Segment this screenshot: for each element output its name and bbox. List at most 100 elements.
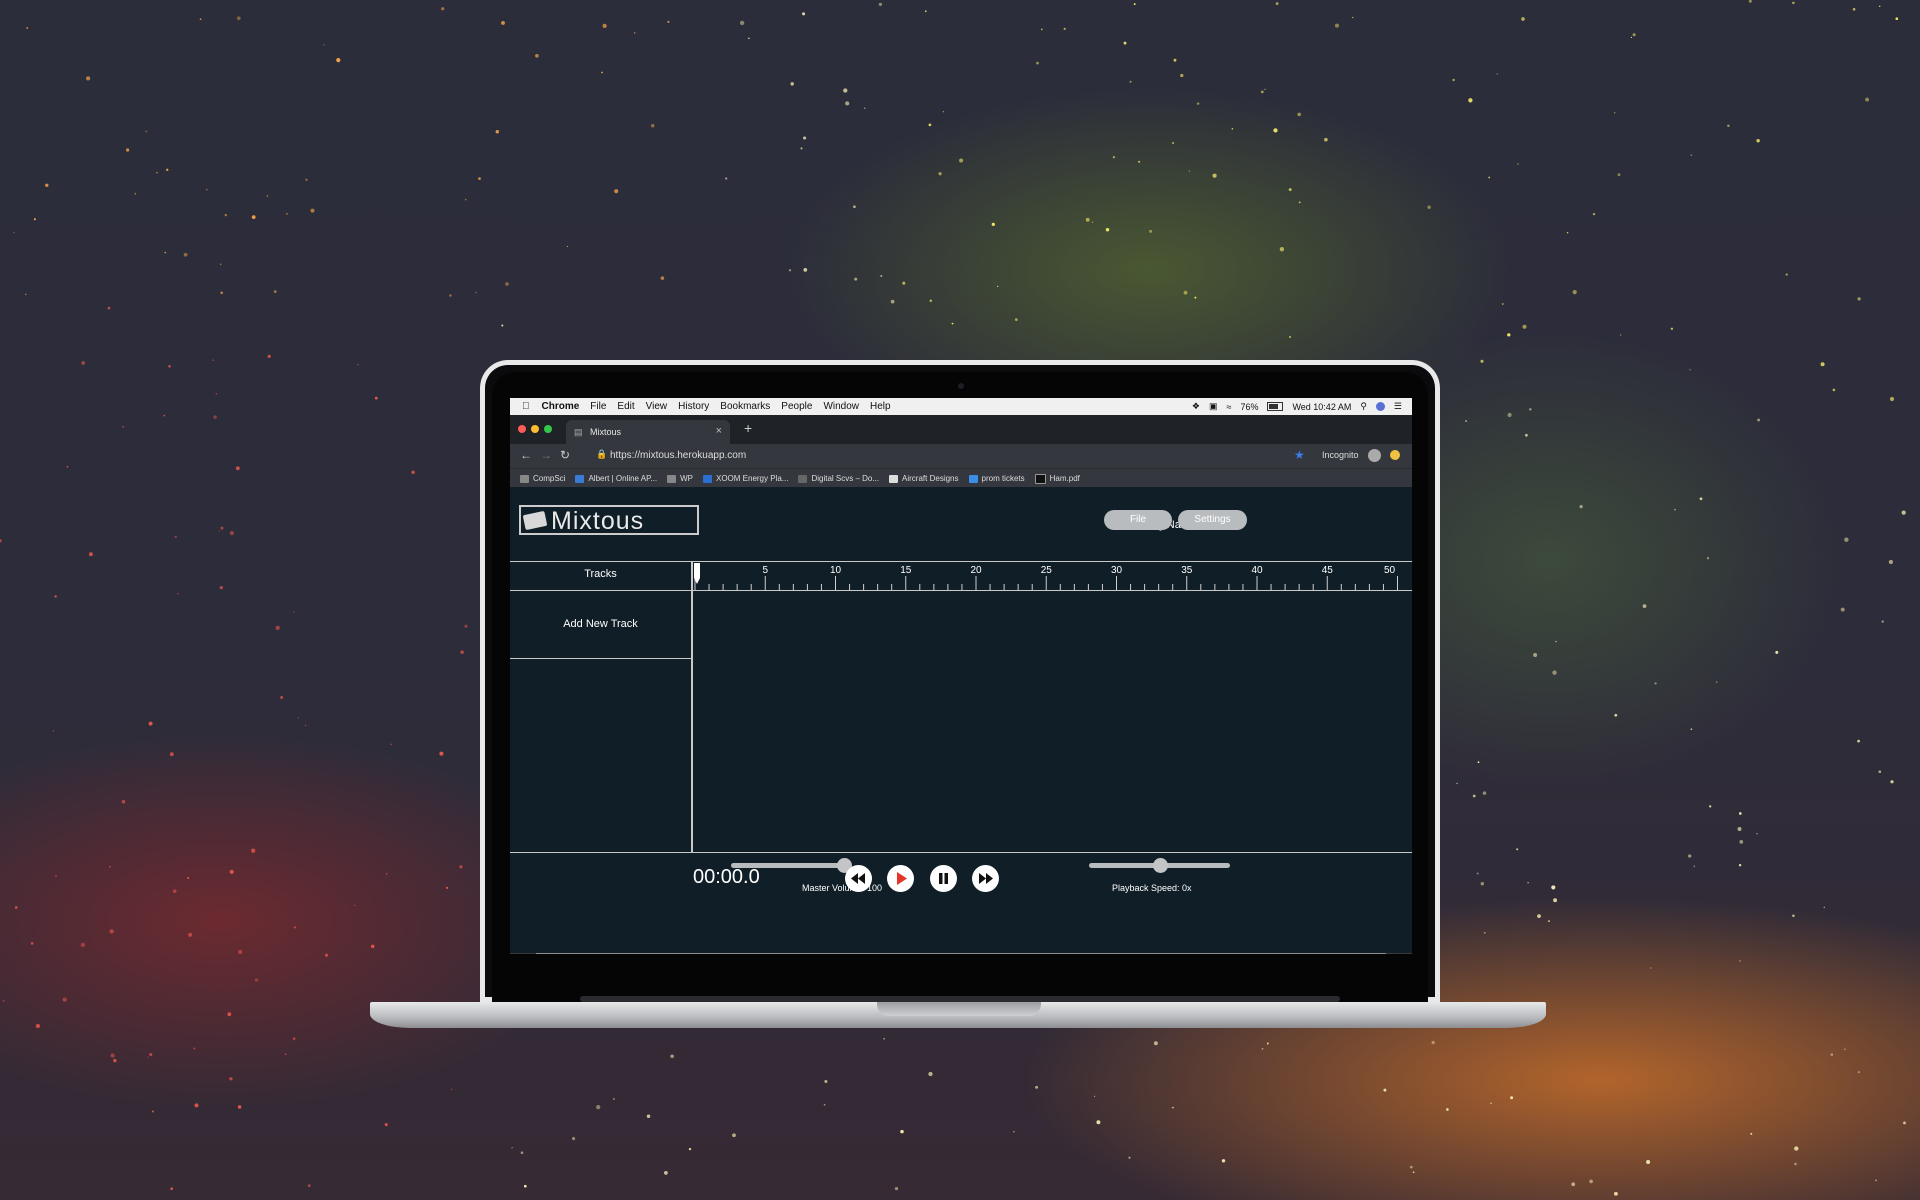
star bbox=[1456, 782, 1458, 785]
new-tab-button[interactable]: + bbox=[744, 420, 752, 436]
star bbox=[1878, 5, 1881, 7]
timeline-ruler[interactable]: 5 10 15 20 25 30 35 40 45 50 bbox=[693, 562, 1412, 590]
star bbox=[164, 251, 167, 254]
menu-window[interactable]: Window bbox=[823, 401, 859, 412]
pause-button[interactable] bbox=[930, 865, 957, 892]
apple-icon[interactable]:  bbox=[522, 401, 530, 412]
star bbox=[1613, 1191, 1618, 1196]
star bbox=[324, 953, 329, 957]
star bbox=[1510, 1096, 1514, 1100]
incognito-icon[interactable] bbox=[1368, 449, 1381, 462]
star bbox=[280, 696, 284, 699]
spotlight-icon[interactable]: ⚲ bbox=[1360, 401, 1367, 412]
star bbox=[1128, 1156, 1131, 1159]
menu-help[interactable]: Help bbox=[870, 401, 891, 412]
prom-icon bbox=[968, 474, 978, 483]
star bbox=[1412, 1171, 1415, 1174]
star bbox=[1480, 881, 1485, 886]
bookmark-ham[interactable]: Ham.pdf bbox=[1034, 473, 1080, 484]
bookmark-prom[interactable]: prom tickets bbox=[968, 474, 1025, 483]
star bbox=[1571, 1182, 1576, 1187]
star bbox=[1693, 865, 1695, 867]
star bbox=[166, 168, 169, 171]
menu-file[interactable]: File bbox=[590, 401, 606, 412]
playback-speed-label: Playback Speed: 0x bbox=[1112, 883, 1192, 893]
star bbox=[596, 1104, 601, 1110]
close-window-icon[interactable] bbox=[518, 425, 526, 433]
minimize-window-icon[interactable] bbox=[531, 425, 539, 433]
extension-icon[interactable] bbox=[1390, 450, 1400, 460]
star bbox=[220, 526, 224, 530]
star bbox=[495, 129, 500, 134]
add-new-track-button[interactable]: Add New Track bbox=[510, 591, 691, 659]
dropbox-icon[interactable]: ❖ bbox=[1192, 401, 1200, 412]
star bbox=[602, 23, 607, 29]
star bbox=[1844, 537, 1849, 542]
star bbox=[1832, 388, 1836, 392]
bookmark-digital-scvs[interactable]: Digital Scvs – Do... bbox=[798, 474, 879, 483]
star bbox=[266, 195, 269, 197]
star bbox=[1472, 794, 1476, 798]
bookmark-compsci[interactable]: CompSci bbox=[520, 474, 565, 483]
star bbox=[1212, 173, 1217, 178]
maximize-window-icon[interactable] bbox=[544, 425, 552, 433]
bookmark-aircraft[interactable]: Aircraft Designs bbox=[889, 474, 959, 483]
forward-icon[interactable]: → bbox=[540, 448, 552, 462]
bookmark-wp[interactable]: WP bbox=[667, 474, 693, 483]
star bbox=[1452, 78, 1455, 82]
star bbox=[307, 1184, 311, 1188]
star bbox=[634, 32, 636, 34]
siri-icon[interactable] bbox=[1375, 402, 1385, 411]
menu-history[interactable]: History bbox=[678, 401, 709, 412]
menu-bookmarks[interactable]: Bookmarks bbox=[720, 401, 770, 412]
star bbox=[45, 183, 49, 188]
star bbox=[802, 12, 806, 16]
bookmark-star-icon[interactable]: ★ bbox=[1294, 448, 1305, 462]
wifi-icon[interactable]: ≈ bbox=[1226, 402, 1231, 412]
clock[interactable]: Wed 10:42 AM bbox=[1292, 402, 1351, 412]
fast-forward-button[interactable] bbox=[972, 865, 999, 892]
star bbox=[1878, 770, 1882, 774]
shield-icon[interactable]: ▣ bbox=[1209, 401, 1218, 412]
star bbox=[1183, 290, 1188, 295]
playback-speed-knob[interactable] bbox=[1152, 858, 1168, 873]
star bbox=[843, 88, 848, 93]
menu-view[interactable]: View bbox=[646, 401, 668, 412]
star bbox=[1632, 33, 1636, 37]
reload-icon[interactable]: ↻ bbox=[560, 448, 570, 462]
star bbox=[1566, 231, 1569, 234]
star bbox=[1231, 127, 1234, 130]
menu-edit[interactable]: Edit bbox=[617, 401, 634, 412]
star bbox=[14, 906, 18, 909]
bookmark-xoom[interactable]: XOOM Energy Pla... bbox=[702, 474, 788, 483]
menu-people[interactable]: People bbox=[781, 401, 812, 412]
notification-center-icon[interactable]: ☰ bbox=[1394, 401, 1402, 412]
star bbox=[1266, 1042, 1269, 1045]
url-field[interactable]: https://mixtous.herokuapp.com bbox=[610, 450, 746, 461]
star bbox=[1901, 510, 1906, 515]
tab-mixtous[interactable]: ▤ Mixtous × bbox=[566, 420, 730, 444]
mixtous-app: Mixtous Song Name File Settings Tracks 5… bbox=[510, 487, 1412, 954]
menu-app-name[interactable]: Chrome bbox=[542, 401, 580, 412]
tab-close-icon[interactable]: × bbox=[716, 425, 722, 437]
battery-percent: 76% bbox=[1240, 401, 1259, 412]
star bbox=[1552, 670, 1557, 675]
star bbox=[1903, 1121, 1906, 1125]
rewind-button[interactable] bbox=[845, 865, 872, 892]
play-button[interactable] bbox=[887, 865, 914, 892]
star bbox=[1617, 173, 1621, 177]
bookmark-albert[interactable]: Albert | Online AP... bbox=[575, 474, 657, 483]
settings-button[interactable]: Settings bbox=[1178, 510, 1247, 530]
star bbox=[1840, 607, 1845, 612]
file-button[interactable]: File bbox=[1104, 510, 1172, 530]
back-icon[interactable]: ← bbox=[520, 448, 532, 462]
master-volume-slider[interactable] bbox=[731, 863, 844, 868]
star bbox=[1260, 90, 1264, 94]
battery-icon[interactable] bbox=[1267, 402, 1284, 411]
tab-favicon-icon: ▤ bbox=[574, 427, 583, 437]
star bbox=[212, 359, 214, 361]
star bbox=[1857, 1071, 1860, 1074]
star bbox=[81, 361, 86, 365]
bookmark-label: Albert | Online AP... bbox=[588, 474, 658, 483]
star bbox=[1063, 27, 1066, 31]
